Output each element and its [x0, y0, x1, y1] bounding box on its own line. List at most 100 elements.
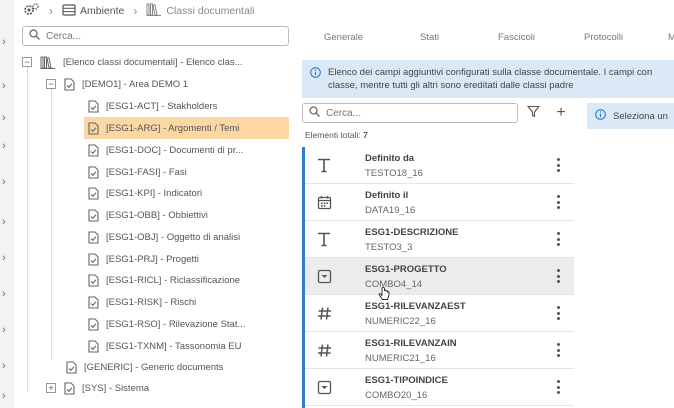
breadcrumb-item-ambiente[interactable]: Ambiente: [62, 3, 124, 19]
field-code: NUMERIC22_16: [365, 316, 436, 327]
tab-stati[interactable]: Stati: [420, 32, 439, 43]
tree-node-esg1-ricl[interactable]: [ESG1-RICL] - Riclassificazione: [88, 269, 288, 291]
tree-node-label: [ESG1-OBJ] - Oggetto di analisi: [106, 231, 241, 243]
collapse-icon[interactable]: −: [46, 79, 56, 89]
field-code: TESTO3_3: [365, 242, 413, 253]
tree-node-esg1-obb[interactable]: [ESG1-OBB] - Obbiettivi: [88, 204, 288, 226]
more-vertical-icon[interactable]: [555, 232, 561, 246]
hand-cursor-icon: [378, 287, 390, 304]
tree-node-esg1-prj[interactable]: [ESG1-PRJ] - Progetti: [88, 248, 288, 270]
info-icon: [595, 109, 606, 123]
tree-search-input[interactable]: [46, 30, 266, 42]
tree-node-label: [ESG1-ARG] - Argomenti / Temi: [106, 122, 240, 134]
chevron-right-icon: ›: [49, 4, 53, 18]
tree-node-esg1-kpi[interactable]: [ESG1-KPI] - Indicatori: [88, 182, 288, 204]
breadcrumb-item-classi[interactable]: Classi documentali: [146, 3, 254, 19]
tree-node-label: [ESG1-OBB] - Obbiettivi: [106, 209, 208, 221]
field-row[interactable]: ESG1-DESCRIZIONE TESTO3_3: [305, 221, 574, 258]
tree-node-label: [ESG1-PRJ] - Progetti: [106, 253, 199, 265]
tree-node-esg1-arg[interactable]: [ESG1-ARG] - Argomenti / Temi: [84, 117, 289, 139]
field-row[interactable]: ESG1-RILEVANZAEST NUMERIC22_16: [305, 295, 574, 332]
document-check-icon: [88, 121, 99, 135]
chevron-right-icon[interactable]: ›: [2, 140, 6, 152]
field-name: ESG1-TIPOINDICE: [365, 375, 448, 386]
dropdown-icon: [313, 265, 335, 287]
field-row[interactable]: ESG1-RILEVANZAIN NUMERIC21_16: [305, 332, 574, 369]
text-icon: [313, 154, 335, 176]
tab-more[interactable]: M: [668, 32, 674, 43]
tree-node-root[interactable]: − [Elenco classi documentali] - Elenco c…: [22, 51, 243, 73]
chevron-right-icon[interactable]: ›: [2, 360, 6, 372]
tree-node-esg1-act[interactable]: [ESG1-ACT] - Stakholders: [88, 95, 288, 117]
more-vertical-icon[interactable]: [555, 195, 561, 209]
breadcrumb: › Ambiente › Classi documentali: [22, 0, 254, 22]
total-label: Elementi totali:: [305, 130, 361, 140]
more-vertical-icon[interactable]: [555, 269, 561, 283]
field-row[interactable]: Definito da TESTO18_16: [305, 147, 574, 184]
tree-node-label: [ESG1-RSO] - Rilevazione Stat...: [106, 318, 246, 330]
chevron-right-icon[interactable]: ›: [2, 288, 6, 300]
field-name: ESG1-PROGETTO: [365, 264, 447, 275]
document-check-icon: [88, 143, 99, 157]
tree-node-esg1-doc[interactable]: [ESG1-DOC] - Documenti di pr...: [88, 139, 288, 161]
field-search[interactable]: [302, 103, 518, 123]
field-search-input[interactable]: [326, 107, 506, 119]
tree-node-esg1-obj[interactable]: [ESG1-OBJ] - Oggetto di analisi: [88, 226, 288, 248]
total-count: Elementi totali: 7: [305, 130, 368, 140]
document-check-icon: [66, 360, 77, 374]
filter-button[interactable]: [524, 104, 542, 122]
document-check-icon: [88, 165, 99, 179]
more-vertical-icon[interactable]: [555, 343, 561, 357]
chevron-right-icon[interactable]: ›: [2, 252, 6, 264]
chevron-right-icon[interactable]: ›: [2, 216, 6, 228]
tree-search[interactable]: [22, 26, 289, 46]
chevron-right-icon[interactable]: ›: [2, 176, 6, 188]
document-check-icon: [88, 99, 99, 113]
tree-node-esg1-fasi[interactable]: [ESG1-FASI] - Fasi: [88, 161, 288, 183]
selection-hint-text: Seleziona un: [613, 110, 668, 122]
library-icon: [146, 3, 162, 19]
info-text-line: Elenco dei campi aggiuntivi configurati …: [328, 67, 653, 78]
field-name: ESG1-RILEVANZAIN: [365, 338, 457, 349]
tree-node-esg1-rso[interactable]: [ESG1-RSO] - Rilevazione Stat...: [88, 313, 288, 335]
chevron-right-icon[interactable]: ›: [2, 80, 6, 92]
field-code: COMBO20_16: [365, 390, 428, 401]
expand-icon[interactable]: +: [46, 383, 56, 393]
document-check-icon: [88, 317, 99, 331]
field-name: ESG1-DESCRIZIONE: [365, 227, 459, 238]
tree-node-generic[interactable]: [GENERIC] - Generic documents: [66, 356, 286, 378]
field-name: Definito da: [365, 153, 415, 164]
field-row[interactable]: ESG1-PROGETTO COMBO4_14: [305, 258, 574, 295]
more-vertical-icon[interactable]: [555, 306, 561, 320]
tree-node-sys[interactable]: + [SYS] - Sistema: [46, 377, 149, 399]
collapsed-sidebar: › › › › › › › › › › ›: [0, 0, 14, 408]
document-check-icon: [88, 208, 99, 222]
field-row[interactable]: ESG1-TIPOINDICE COMBO20_16: [305, 369, 574, 406]
chevron-right-icon[interactable]: ›: [2, 390, 6, 402]
field-code: COMBO4_14: [365, 279, 423, 290]
tree-node-esg1-risk[interactable]: [ESG1-RISK] - Rischi: [88, 291, 288, 313]
tree-node-esg1-txnm[interactable]: [ESG1-TXNM] - Tassonomia EU: [88, 335, 288, 357]
settings-gears-icon[interactable]: [22, 2, 40, 21]
tree-guide-line: [27, 66, 28, 392]
collapse-icon[interactable]: −: [22, 57, 32, 67]
library-icon: [40, 56, 56, 69]
field-row[interactable]: Definito il DATA19_16: [305, 184, 574, 221]
tree-node-label: [ESG1-RICL] - Riclassificazione: [106, 274, 241, 286]
tree-node-label: [ESG1-ACT] - Stakholders: [106, 100, 218, 112]
tab-protocolli[interactable]: Protocolli: [584, 32, 623, 43]
info-icon: [310, 67, 321, 82]
add-field-button[interactable]: +: [552, 104, 570, 122]
document-check-icon: [64, 381, 75, 395]
tree-node-label: [GENERIC] - Generic documents: [84, 361, 224, 373]
more-vertical-icon[interactable]: [555, 158, 561, 172]
more-vertical-icon[interactable]: [555, 380, 561, 394]
chevron-right-icon[interactable]: ›: [2, 112, 6, 124]
tree-node-demo1[interactable]: − [DEMO1] - Area DEMO 1: [46, 73, 188, 95]
tree-node-label: [Elenco classi documentali] - Elenco cla…: [63, 56, 243, 68]
field-code: TESTO18_16: [365, 168, 423, 179]
tab-generale[interactable]: Generale: [324, 32, 363, 43]
chevron-right-icon[interactable]: ›: [2, 324, 6, 336]
tab-fascicoli[interactable]: Fascicoli: [498, 32, 535, 43]
chevron-right-icon[interactable]: ›: [2, 36, 6, 48]
